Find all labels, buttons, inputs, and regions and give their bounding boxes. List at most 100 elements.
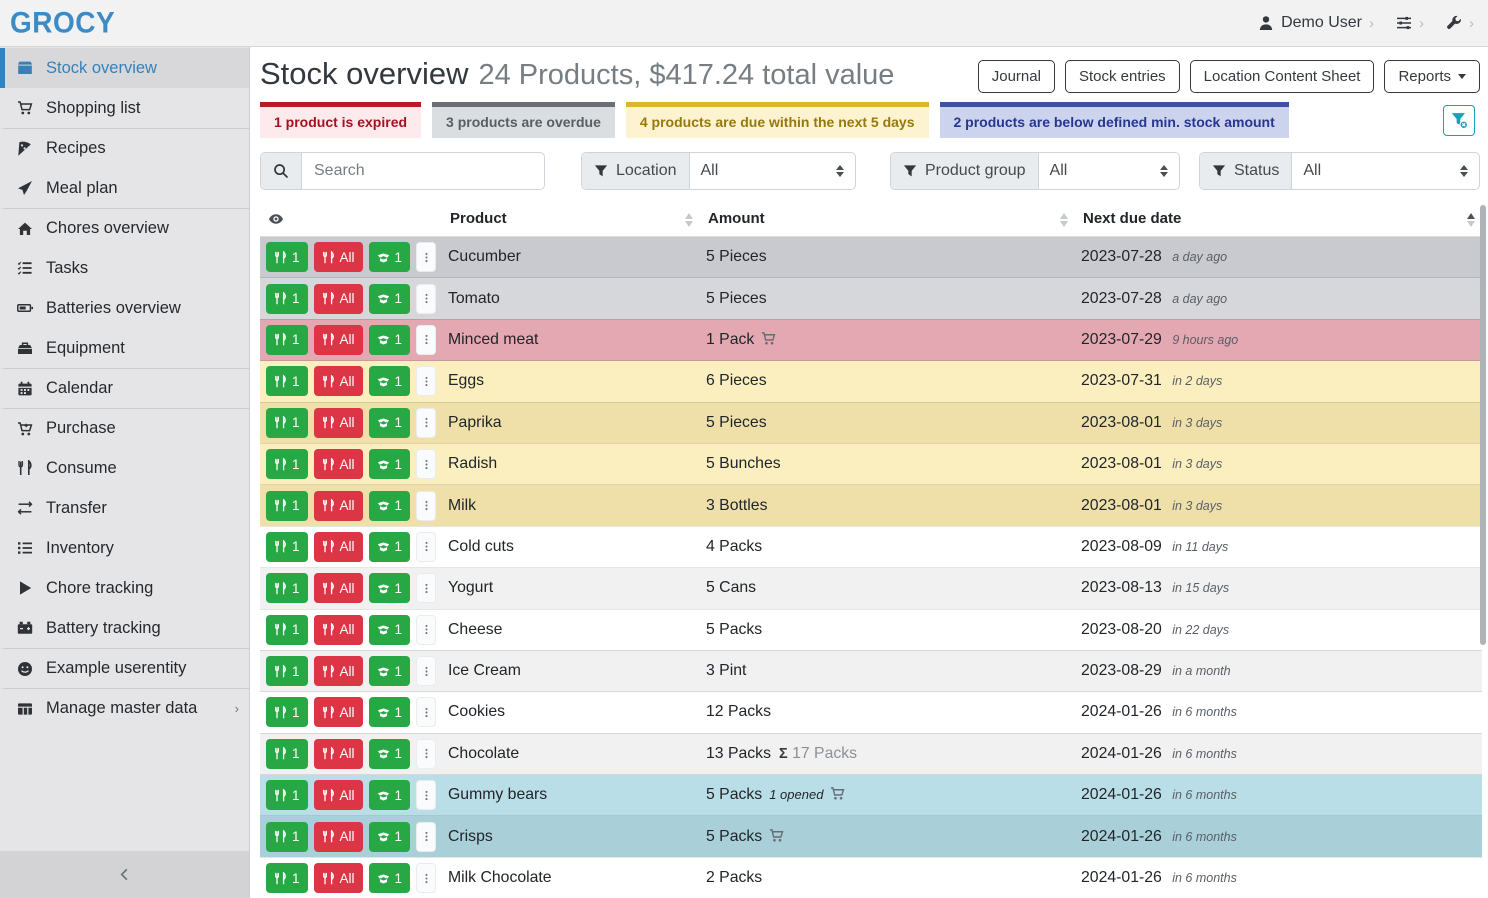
open-one-button[interactable]: 1 [369,242,411,272]
consume-one-button[interactable]: 1 [266,822,308,852]
product-name[interactable]: Milk Chocolate [448,869,552,886]
sidebar-item-purchase[interactable]: Purchase [0,408,249,448]
row-menu-button[interactable] [416,863,436,893]
consume-all-button[interactable]: All [314,780,363,810]
consume-one-button[interactable]: 1 [266,449,308,479]
clear-filters-button[interactable] [1443,105,1475,136]
column-header-amount[interactable]: Amount [700,203,1075,237]
consume-all-button[interactable]: All [314,366,363,396]
row-menu-button[interactable] [416,491,436,521]
open-one-button[interactable]: 1 [369,325,411,355]
row-menu-button[interactable] [416,697,436,727]
consume-all-button[interactable]: All [314,242,363,272]
consume-all-button[interactable]: All [314,822,363,852]
open-one-button[interactable]: 1 [369,697,411,727]
sidebar-item-manage-master-data[interactable]: Manage master data › [0,688,249,728]
row-menu-button[interactable] [416,325,436,355]
column-header-next-due-date[interactable]: Next due date [1075,203,1482,237]
product-name[interactable]: Paprika [448,414,502,431]
search-input[interactable] [302,153,544,189]
row-menu-button[interactable] [416,284,436,314]
product-name[interactable]: Radish [448,455,497,472]
status-banner-3[interactable]: 2 products are below defined min. stock … [940,102,1289,138]
open-one-button[interactable]: 1 [369,532,411,562]
product-name[interactable]: Cheese [448,621,502,638]
admin-menu[interactable]: › [1446,15,1474,32]
consume-all-button[interactable]: All [314,697,363,727]
sidebar-item-chores-overview[interactable]: Chores overview [0,208,249,248]
row-menu-button[interactable] [416,449,436,479]
consume-all-button[interactable]: All [314,656,363,686]
open-one-button[interactable]: 1 [369,284,411,314]
consume-all-button[interactable]: All [314,491,363,521]
consume-one-button[interactable]: 1 [266,532,308,562]
product-name[interactable]: Minced meat [448,331,538,348]
consume-all-button[interactable]: All [314,325,363,355]
open-one-button[interactable]: 1 [369,863,411,893]
sidebar-item-example-userentity[interactable]: Example userentity [0,648,249,688]
status-select[interactable]: All [1292,153,1479,189]
row-menu-button[interactable] [416,573,436,603]
product-name[interactable]: Eggs [448,372,484,389]
open-one-button[interactable]: 1 [369,573,411,603]
open-one-button[interactable]: 1 [369,615,411,645]
consume-one-button[interactable]: 1 [266,242,308,272]
sidebar-item-equipment[interactable]: Equipment [0,328,249,368]
consume-all-button[interactable]: All [314,284,363,314]
location-content-sheet-button[interactable]: Location Content Sheet [1190,60,1375,93]
consume-all-button[interactable]: All [314,449,363,479]
open-one-button[interactable]: 1 [369,449,411,479]
vertical-scrollbar[interactable] [1480,205,1486,645]
sidebar-item-consume[interactable]: Consume [0,448,249,488]
open-one-button[interactable]: 1 [369,366,411,396]
location-select[interactable]: All [690,153,856,189]
status-banner-0[interactable]: 1 product is expired [260,102,421,138]
settings-menu[interactable]: › [1396,15,1424,32]
product-name[interactable]: Ice Cream [448,662,521,679]
product-name[interactable]: Cold cuts [448,538,514,555]
product-name[interactable]: Milk [448,497,476,514]
status-banner-1[interactable]: 3 products are overdue [432,102,615,138]
user-menu[interactable]: Demo User › [1258,14,1374,32]
row-menu-button[interactable] [416,615,436,645]
consume-one-button[interactable]: 1 [266,491,308,521]
status-banner-2[interactable]: 4 products are due within the next 5 day… [626,102,929,138]
consume-all-button[interactable]: All [314,532,363,562]
sidebar-item-stock-overview[interactable]: Stock overview [0,48,249,88]
stock-entries-button[interactable]: Stock entries [1065,60,1180,93]
product-name[interactable]: Yogurt [448,579,493,596]
consume-one-button[interactable]: 1 [266,366,308,396]
column-header-product[interactable]: Product [442,203,700,237]
sidebar-item-calendar[interactable]: Calendar [0,368,249,408]
consume-one-button[interactable]: 1 [266,697,308,727]
sidebar-item-shopping-list[interactable]: Shopping list [0,88,249,128]
product-name[interactable]: Tomato [448,290,500,307]
consume-all-button[interactable]: All [314,573,363,603]
sidebar-item-battery-tracking[interactable]: Battery tracking [0,608,249,648]
product-name[interactable]: Cookies [448,703,505,720]
consume-one-button[interactable]: 1 [266,408,308,438]
open-one-button[interactable]: 1 [369,739,411,769]
row-menu-button[interactable] [416,366,436,396]
sidebar-item-tasks[interactable]: Tasks [0,248,249,288]
row-menu-button[interactable] [416,656,436,686]
open-one-button[interactable]: 1 [369,408,411,438]
row-menu-button[interactable] [416,739,436,769]
product-name[interactable]: Cucumber [448,248,521,265]
consume-all-button[interactable]: All [314,615,363,645]
open-one-button[interactable]: 1 [369,656,411,686]
consume-one-button[interactable]: 1 [266,284,308,314]
consume-one-button[interactable]: 1 [266,615,308,645]
row-menu-button[interactable] [416,408,436,438]
row-menu-button[interactable] [416,532,436,562]
sidebar-item-batteries-overview[interactable]: Batteries overview [0,288,249,328]
consume-one-button[interactable]: 1 [266,739,308,769]
consume-all-button[interactable]: All [314,739,363,769]
row-menu-button[interactable] [416,822,436,852]
consume-all-button[interactable]: All [314,863,363,893]
row-menu-button[interactable] [416,242,436,272]
reports-dropdown-button[interactable]: Reports [1384,60,1480,93]
row-menu-button[interactable] [416,780,436,810]
consume-one-button[interactable]: 1 [266,325,308,355]
sidebar-item-meal-plan[interactable]: Meal plan [0,168,249,208]
